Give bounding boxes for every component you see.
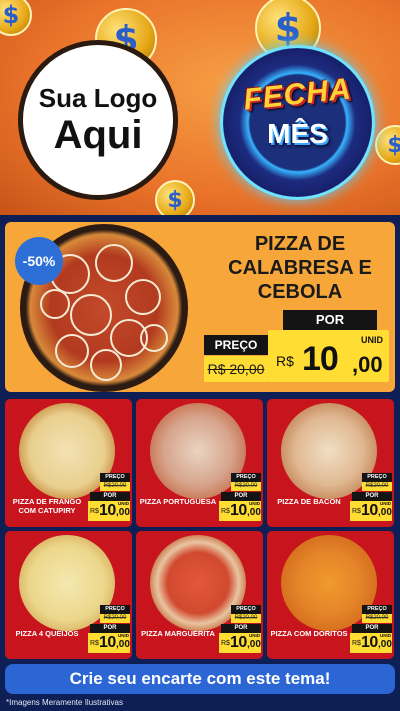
unit: UNID [118,501,129,506]
old-price: R$20,00 [362,614,392,623]
price-int: 10 [230,502,247,519]
logo-text-line1: Sua Logo [38,83,158,113]
product-card[interactable]: PIZZA DE FRANGO COM CATUPIRY PREÇO R$20,… [5,399,132,527]
currency: R$ [221,640,230,647]
unit: UNID [249,501,260,506]
preco-label: PREÇO [231,473,261,482]
currency: R$ [221,508,230,515]
featured-por-label: POR [283,310,377,330]
preco-label: PREÇO [362,605,392,614]
price-box: R$ 10,00 UNID [219,501,261,521]
unit: UNID [380,633,391,638]
price-int: 10 [361,634,378,651]
product-card[interactable]: PIZZA DE BACON PREÇO R$20,00 POR R$ 10,00… [267,399,394,527]
old-price: R$20,00 [362,482,392,491]
fecha-mes-badge: FECHA MÊS [205,40,390,210]
featured-old-price: R$ 20,00 [204,356,268,382]
unit: UNID [118,633,129,638]
preco-label: PREÇO [100,605,130,614]
price-cents: ,00 [116,639,130,650]
price-box: R$ 10,00 UNID [88,501,130,521]
price-cents: ,00 [116,507,130,518]
header-banner: $ $ $ $ $ Sua Logo Aqui FECHA MÊS [0,0,400,215]
price-cents: ,00 [247,639,261,650]
featured-currency: R$ [276,353,294,369]
price-box: R$ 10,00 UNID [219,633,261,653]
featured-price-cents: ,00 [352,352,383,377]
price-box: R$ 10,00 UNID [350,633,392,653]
product-name: PIZZA DE FRANGO COM CATUPIRY [12,497,82,515]
product-name: PIZZA PORTUGUESA [139,497,217,506]
price-box: R$ 10,00 UNID [88,633,130,653]
por-label: POR [352,624,392,633]
price-int: 10 [361,502,378,519]
currency: R$ [352,640,361,647]
price-int: 10 [99,634,116,651]
product-card[interactable]: PIZZA 4 QUEIJOS PREÇO R$20,00 POR R$ 10,0… [5,531,132,659]
product-card[interactable]: PIZZA COM DORITOS PREÇO R$20,00 POR R$ 10… [267,531,394,659]
por-label: POR [90,624,130,633]
coin-icon: $ [0,0,32,36]
create-flyer-button[interactable]: Crie seu encarte com este tema! [5,664,395,694]
discount-badge: -50% [15,237,63,285]
logo-text-line2: Aqui [53,113,143,157]
product-name: PIZZA COM DORITOS [270,629,348,638]
old-price: R$20,00 [100,482,130,491]
preco-label: PREÇO [362,473,392,482]
coin-icon: $ [155,180,195,215]
featured-preco-label: PREÇO [204,335,268,355]
por-label: POR [90,492,130,501]
disclaimer-text: *Imagens Meramente Ilustrativas [6,698,123,707]
preco-label: PREÇO [231,605,261,614]
featured-price-int: 10 [302,340,339,378]
por-label: POR [352,492,392,501]
preco-label: PREÇO [100,473,130,482]
price-box: R$ 10,00 UNID [350,501,392,521]
currency: R$ [90,508,99,515]
featured-unit: UNID [361,335,383,345]
old-price: R$20,00 [231,614,261,623]
featured-title: PIZZA DE CALABRESA E CEBOLA [228,233,372,303]
price-int: 10 [99,502,116,519]
product-name: PIZZA DE BACON [277,497,341,506]
por-label: POR [221,624,261,633]
product-card[interactable]: PIZZA PORTUGUESA PREÇO R$20,00 POR R$ 10,… [136,399,263,527]
price-cents: ,00 [378,639,392,650]
por-label: POR [221,492,261,501]
unit: UNID [249,633,260,638]
featured-price-box: UNID R$ 10 ,00 [268,330,389,382]
product-name: PIZZA 4 QUEIJOS [15,629,79,638]
price-int: 10 [230,634,247,651]
product-card[interactable]: PIZZA MARGUERITA PREÇO R$20,00 POR R$ 10,… [136,531,263,659]
featured-offer[interactable]: -50% PIZZA DE CALABRESA E CEBOLA POR PRE… [5,222,395,392]
product-name: PIZZA MARGUERITA [141,629,215,638]
old-price: R$20,00 [231,482,261,491]
currency: R$ [352,508,361,515]
old-price: R$20,00 [100,614,130,623]
badge-word-mes: MÊS [267,118,328,149]
currency: R$ [90,640,99,647]
unit: UNID [380,501,391,506]
price-cents: ,00 [378,507,392,518]
price-cents: ,00 [247,507,261,518]
logo-placeholder[interactable]: Sua Logo Aqui [18,40,178,200]
